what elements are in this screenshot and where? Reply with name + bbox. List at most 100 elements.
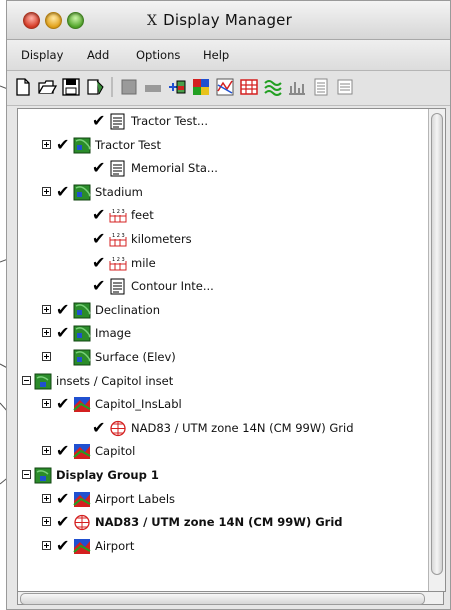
visibility-checkbox[interactable]: ✔ bbox=[92, 112, 105, 130]
text-layer-icon bbox=[109, 278, 127, 295]
scalebar-icon: 1 2 3 bbox=[109, 255, 127, 272]
expand-toggle[interactable] bbox=[42, 139, 51, 149]
expand-toggle[interactable] bbox=[42, 493, 51, 503]
text-layer-icon bbox=[109, 160, 127, 177]
grid-layer-icon[interactable] bbox=[239, 77, 259, 97]
horizontal-scrollbar[interactable] bbox=[17, 591, 444, 605]
histogram-icon[interactable] bbox=[287, 77, 307, 97]
tree-row-label: Tractor Test bbox=[95, 137, 162, 152]
expand-toggle[interactable] bbox=[42, 352, 51, 361]
tree-row-label: Airport bbox=[95, 538, 135, 553]
visibility-checkbox[interactable]: ✔ bbox=[56, 348, 69, 366]
tree-row[interactable]: ✔ NAD83 / UTM zone 14N (CM 99W) Grid bbox=[18, 418, 426, 440]
save-icon[interactable] bbox=[61, 77, 81, 97]
tree-row[interactable]: ✔ Capitol_InsLabl bbox=[18, 394, 426, 416]
raster-map-icon bbox=[73, 325, 91, 342]
vector-map-icon bbox=[73, 443, 91, 460]
tree-row-label: Contour Inte... bbox=[131, 279, 214, 294]
group-icon bbox=[34, 467, 52, 484]
expand-toggle[interactable] bbox=[42, 186, 51, 196]
tree-row-label: Surface (Elev) bbox=[95, 350, 176, 364]
tree-row[interactable]: ✔ Declination bbox=[18, 300, 426, 322]
tree-row[interactable]: Display Group 1 bbox=[18, 465, 426, 487]
raster-map-icon bbox=[73, 349, 91, 366]
close-window-button[interactable] bbox=[23, 12, 40, 29]
visibility-checkbox[interactable]: ✔ bbox=[56, 324, 69, 342]
legend-icon[interactable] bbox=[143, 77, 163, 97]
expand-toggle[interactable] bbox=[42, 517, 51, 527]
clear-icon[interactable] bbox=[85, 77, 105, 97]
tree-row[interactable]: ✔ 1 2 3 mile bbox=[18, 253, 426, 275]
vertical-scrollbar[interactable] bbox=[428, 109, 445, 591]
tree-row-label: mile bbox=[131, 255, 156, 270]
visibility-checkbox[interactable]: ✔ bbox=[92, 230, 105, 248]
vector-icon[interactable] bbox=[215, 77, 235, 97]
expand-toggle[interactable] bbox=[42, 328, 51, 338]
tree-row-label: Stadium bbox=[95, 184, 143, 199]
horizontal-scroll-thumb[interactable] bbox=[20, 593, 425, 605]
tree-row[interactable]: ✔ 1 2 3 kilometers bbox=[18, 229, 426, 251]
vector-map-icon bbox=[73, 491, 91, 508]
visibility-checkbox[interactable]: ✔ bbox=[92, 206, 105, 224]
tree-row[interactable]: ✔ Memorial Sta... bbox=[18, 158, 426, 180]
display-manager-window: Ⅹ Display Manager Display Add Options Hel… bbox=[6, 0, 451, 610]
tree-row-label: NAD83 / UTM zone 14N (CM 99W) Grid bbox=[95, 515, 343, 530]
tree-row[interactable]: ✔ Tractor Test bbox=[18, 135, 426, 157]
title-bar[interactable]: Ⅹ Display Manager bbox=[7, 1, 450, 40]
scalebar-icon: 1 2 3 bbox=[109, 207, 127, 224]
raster-icon[interactable] bbox=[191, 77, 211, 97]
visibility-checkbox[interactable]: ✔ bbox=[56, 489, 69, 508]
visibility-checkbox[interactable]: ✔ bbox=[56, 536, 69, 555]
contour-icon[interactable] bbox=[263, 77, 283, 97]
grid-icon[interactable] bbox=[119, 77, 139, 97]
tree-row[interactable]: insets / Capitol inset bbox=[18, 371, 426, 393]
vector-map-icon bbox=[73, 396, 91, 413]
vertical-scroll-thumb[interactable] bbox=[431, 113, 443, 575]
layer-tree[interactable]: ✔ Tractor Test... ✔ Tractor Test ✔ Memorial S… bbox=[17, 108, 446, 592]
collapse-toggle[interactable] bbox=[22, 375, 31, 385]
collapse-toggle[interactable] bbox=[22, 470, 31, 479]
tree-row[interactable]: ✔ Contour Inte... bbox=[18, 276, 426, 298]
visibility-checkbox[interactable]: ✔ bbox=[56, 182, 69, 201]
tree-row[interactable]: ✔ Airport bbox=[18, 536, 426, 558]
tree-row[interactable]: ✔ Image bbox=[18, 323, 426, 345]
expand-toggle[interactable] bbox=[42, 540, 51, 550]
tree-row[interactable]: ✔ Tractor Test... bbox=[18, 111, 426, 133]
menu-help[interactable]: Help bbox=[203, 48, 229, 62]
tree-row[interactable]: ✔ Surface (Elev) bbox=[18, 347, 426, 369]
expand-toggle[interactable] bbox=[42, 304, 51, 314]
zoom-window-button[interactable] bbox=[67, 12, 84, 29]
tree-row[interactable]: ✔ Stadium bbox=[18, 182, 426, 204]
expand-toggle[interactable] bbox=[42, 399, 51, 409]
tree-row[interactable]: ✔ Capitol bbox=[18, 441, 426, 463]
tree-row[interactable]: ✔ 1 2 3 feet bbox=[18, 205, 426, 227]
visibility-checkbox[interactable]: ✔ bbox=[56, 300, 69, 319]
visibility-checkbox[interactable]: ✔ bbox=[92, 277, 105, 295]
tree-row-label: Capitol bbox=[95, 444, 136, 459]
tree-row[interactable]: ✔ Airport Labels bbox=[18, 489, 426, 511]
table-icon[interactable] bbox=[311, 77, 331, 97]
toolbar-separator bbox=[111, 77, 113, 97]
visibility-checkbox[interactable]: ✔ bbox=[92, 418, 105, 437]
tree-row-label: Image bbox=[95, 326, 132, 341]
tree-row[interactable]: ✔ NAD83 / UTM zone 14N (CM 99W) Grid bbox=[18, 512, 426, 534]
x11-logo-icon: Ⅹ bbox=[147, 13, 158, 29]
minimize-window-button[interactable] bbox=[45, 12, 62, 29]
visibility-checkbox[interactable]: ✔ bbox=[92, 253, 105, 272]
tree-row-label: Declination bbox=[95, 302, 161, 317]
open-icon[interactable] bbox=[37, 77, 57, 97]
visibility-checkbox[interactable]: ✔ bbox=[56, 135, 69, 154]
visibility-checkbox[interactable]: ✔ bbox=[56, 442, 69, 460]
add-layer-icon[interactable] bbox=[167, 77, 187, 97]
visibility-checkbox[interactable]: ✔ bbox=[92, 159, 105, 177]
expand-toggle[interactable] bbox=[42, 446, 51, 456]
new-icon[interactable] bbox=[13, 77, 33, 97]
visibility-checkbox[interactable]: ✔ bbox=[56, 513, 69, 531]
menu-add[interactable]: Add bbox=[87, 48, 109, 62]
menu-options[interactable]: Options bbox=[136, 48, 180, 62]
grid-layer-icon bbox=[109, 420, 127, 437]
vector-map-icon bbox=[73, 538, 91, 555]
visibility-checkbox[interactable]: ✔ bbox=[56, 395, 69, 413]
text-icon[interactable] bbox=[335, 77, 355, 97]
menu-display[interactable]: Display bbox=[21, 48, 63, 62]
